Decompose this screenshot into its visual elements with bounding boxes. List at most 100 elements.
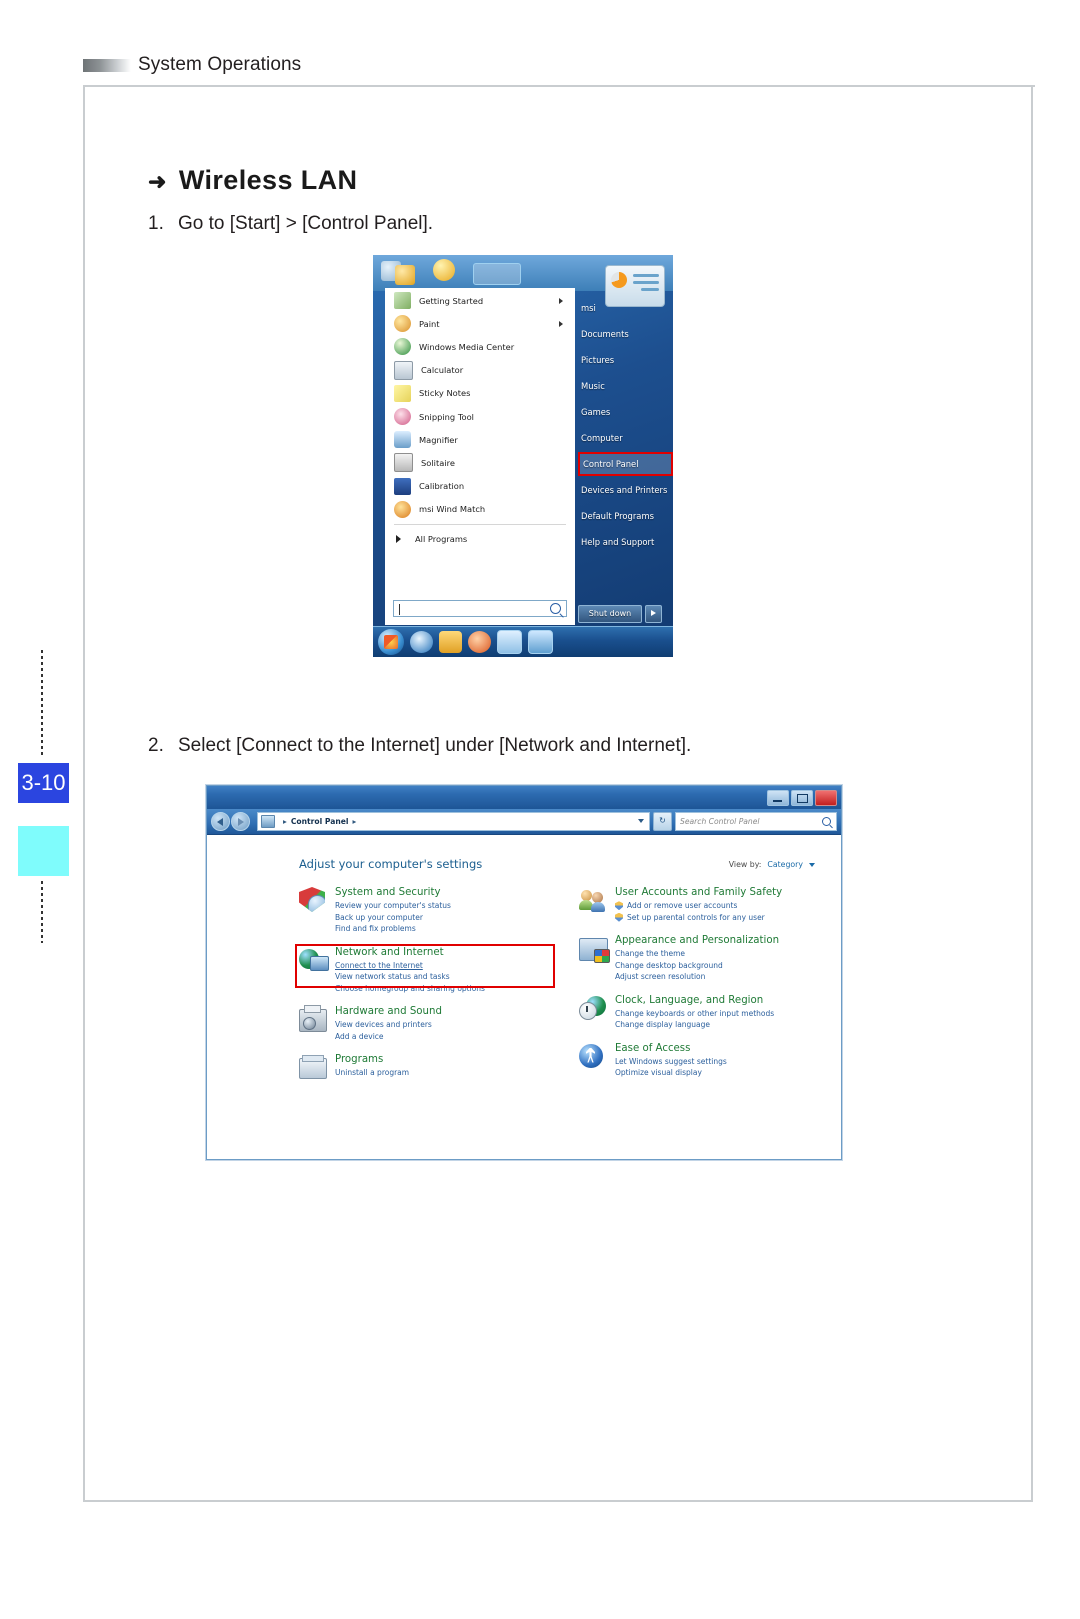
control-panel-category-title[interactable]: System and Security bbox=[335, 887, 539, 898]
getting-started-icon bbox=[394, 292, 411, 310]
taskbar-explorer-icon[interactable] bbox=[439, 631, 462, 653]
start-menu-program-item[interactable]: Windows Media Center bbox=[386, 335, 574, 358]
control-panel-body: Adjust your computer's settings View by:… bbox=[207, 835, 841, 1159]
start-menu-program-item[interactable]: Calibration bbox=[386, 475, 574, 498]
link-label: Uninstall a program bbox=[335, 1068, 410, 1077]
start-menu-right-item[interactable]: Documents bbox=[578, 321, 673, 347]
back-button[interactable] bbox=[211, 812, 230, 831]
control-panel-category-link[interactable]: View devices and printers bbox=[335, 1019, 539, 1031]
control-panel-category-link[interactable]: Change keyboards or other input methods bbox=[615, 1008, 819, 1020]
refresh-button[interactable]: ↻ bbox=[653, 812, 672, 831]
taskbar-app-icon[interactable] bbox=[528, 630, 553, 654]
control-panel-category-link[interactable]: Back up your computer bbox=[335, 912, 539, 924]
view-by-value[interactable]: Category bbox=[767, 860, 803, 869]
control-panel-category-title[interactable]: Clock, Language, and Region bbox=[615, 995, 819, 1006]
all-programs-label: All Programs bbox=[415, 533, 468, 544]
control-panel-category-title[interactable]: Ease of Access bbox=[615, 1043, 819, 1054]
desktop-icon-3 bbox=[433, 259, 455, 281]
control-panel-category-link[interactable]: Let Windows suggest settings bbox=[615, 1056, 819, 1068]
start-menu-program-label: Snipping Tool bbox=[419, 411, 474, 422]
control-panel-category-link[interactable]: View network status and tasks bbox=[335, 971, 539, 983]
start-menu-right-item[interactable]: Devices and Printers bbox=[578, 477, 673, 503]
breadcrumb-control-panel[interactable]: Control Panel bbox=[291, 817, 349, 826]
minimize-button[interactable] bbox=[767, 790, 789, 806]
start-menu-right-item[interactable]: Default Programs bbox=[578, 503, 673, 529]
search-control-panel-input[interactable]: Search Control Panel bbox=[675, 812, 837, 831]
shutdown-area: Shut down bbox=[578, 605, 662, 623]
taskbar-paint-icon[interactable] bbox=[497, 630, 522, 654]
start-menu-program-label: msi Wind Match bbox=[419, 504, 486, 515]
control-panel-category-title[interactable]: Network and Internet bbox=[335, 947, 539, 958]
start-menu-all-programs[interactable]: All Programs bbox=[386, 528, 574, 550]
control-panel-category-link[interactable]: Change desktop background bbox=[615, 960, 819, 972]
control-panel-category-link[interactable]: Connect to the Internet bbox=[335, 960, 539, 972]
printer-icon bbox=[299, 1005, 327, 1032]
start-menu-right-item[interactable]: Games bbox=[578, 399, 673, 425]
section-title-text: Wireless LAN bbox=[178, 165, 358, 195]
text-caret bbox=[399, 604, 400, 615]
solitaire-icon bbox=[394, 453, 413, 473]
shutdown-options-arrow-icon[interactable] bbox=[645, 605, 662, 623]
view-by-control[interactable]: View by: Category bbox=[729, 860, 815, 869]
start-orb-icon[interactable] bbox=[378, 629, 404, 655]
control-panel-category-link[interactable]: Add a device bbox=[335, 1031, 539, 1043]
control-panel-category-title[interactable]: Hardware and Sound bbox=[335, 1006, 539, 1017]
start-menu-program-item[interactable]: Sticky Notes bbox=[386, 382, 574, 405]
control-panel-category-link[interactable]: Adjust screen resolution bbox=[615, 971, 819, 983]
control-panel-category-link[interactable]: Optimize visual display bbox=[615, 1067, 819, 1079]
close-button[interactable] bbox=[815, 790, 837, 806]
control-panel-category-link[interactable]: Review your computer's status bbox=[335, 900, 539, 912]
control-panel-category-link[interactable]: Change the theme bbox=[615, 948, 819, 960]
link-label: Let Windows suggest settings bbox=[615, 1056, 727, 1066]
submenu-arrow-icon bbox=[559, 320, 563, 327]
sticky-notes-icon bbox=[394, 384, 411, 402]
snipping-tool-icon bbox=[394, 408, 411, 426]
start-menu-program-item[interactable]: Paint bbox=[386, 312, 574, 335]
control-panel-category-link[interactable]: Choose homegroup and sharing options bbox=[335, 983, 539, 995]
start-menu-program-item[interactable]: Getting Started bbox=[386, 289, 574, 312]
start-menu-search-input[interactable] bbox=[393, 600, 567, 617]
control-panel-category-link[interactable]: Find and fix problems bbox=[335, 923, 539, 935]
start-menu-left-panel: Getting Started Paint Windows Media Center… bbox=[385, 288, 575, 625]
shutdown-button[interactable]: Shut down bbox=[578, 605, 642, 623]
start-menu-program-item[interactable]: Calculator bbox=[386, 359, 574, 382]
link-label: Find and fix problems bbox=[335, 924, 416, 933]
control-panel-category-title[interactable]: Programs bbox=[335, 1054, 539, 1065]
control-panel-category: Network and Internet Connect to the Inter… bbox=[299, 947, 539, 995]
header-gradient-bar bbox=[83, 59, 131, 72]
chevron-down-icon[interactable] bbox=[809, 862, 815, 867]
maximize-button[interactable] bbox=[791, 790, 813, 806]
control-panel-category-title[interactable]: User Accounts and Family Safety bbox=[615, 887, 819, 898]
windows-media-center-icon bbox=[394, 338, 411, 356]
control-panel-category-link[interactable]: Change display language bbox=[615, 1019, 819, 1031]
forward-button[interactable] bbox=[231, 812, 250, 831]
start-menu-right-item[interactable]: Music bbox=[578, 373, 673, 399]
link-label: Back up your computer bbox=[335, 912, 423, 922]
address-bar[interactable]: ▸ Control Panel ▸ bbox=[257, 812, 650, 831]
security-shield-icon bbox=[299, 887, 327, 913]
start-menu-program-item[interactable]: Snipping Tool bbox=[386, 405, 574, 428]
start-menu-right-item[interactable]: msi bbox=[578, 295, 673, 321]
control-panel-category-link[interactable]: Set up parental controls for any user bbox=[615, 912, 819, 924]
control-panel-titlebar bbox=[207, 786, 841, 809]
control-panel-category-link[interactable]: Uninstall a program bbox=[335, 1067, 539, 1079]
start-menu-control-panel-item[interactable]: Control Panel bbox=[578, 452, 673, 476]
link-label: Add a device bbox=[335, 1031, 384, 1041]
all-programs-arrow-icon bbox=[396, 534, 401, 543]
address-dropdown-icon[interactable] bbox=[638, 819, 644, 823]
view-by-label: View by: bbox=[728, 860, 762, 869]
control-panel-category-link[interactable]: Add or remove user accounts bbox=[615, 900, 819, 912]
start-menu-program-item[interactable]: Magnifier bbox=[386, 428, 574, 451]
taskbar-media-player-icon[interactable] bbox=[468, 631, 491, 653]
magnifier-icon bbox=[394, 431, 411, 449]
start-menu-program-item[interactable]: Solitaire bbox=[386, 451, 574, 474]
start-menu-right-item[interactable]: Computer bbox=[578, 425, 673, 451]
start-menu-program-item[interactable]: msi Wind Match bbox=[386, 498, 574, 521]
start-menu-right-item[interactable]: Pictures bbox=[578, 347, 673, 373]
msi-wind-match-icon bbox=[394, 500, 411, 518]
submenu-arrow-icon bbox=[559, 297, 563, 304]
control-panel-category-title[interactable]: Appearance and Personalization bbox=[615, 935, 819, 946]
start-menu-program-label: Magnifier bbox=[419, 434, 458, 445]
start-menu-right-item[interactable]: Help and Support bbox=[578, 529, 673, 555]
taskbar-internet-explorer-icon[interactable] bbox=[410, 631, 433, 653]
